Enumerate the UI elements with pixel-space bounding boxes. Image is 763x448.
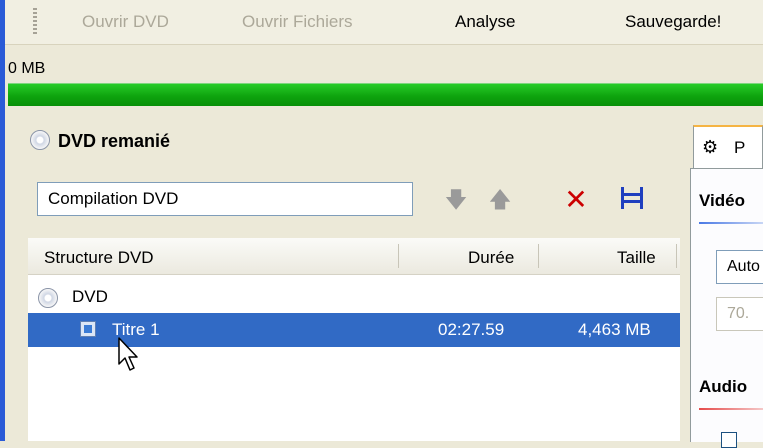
title-film-icon	[80, 321, 96, 337]
dvd-disc-icon	[30, 130, 50, 150]
video-section-label: Vidéo	[699, 191, 745, 210]
save-button[interactable]: Sauvegarde!	[625, 12, 721, 32]
toolbar-grip[interactable]	[33, 8, 37, 36]
structure-table-header: Structure DVD Durée Taille	[28, 238, 680, 275]
panel-title: DVD remanié	[58, 131, 171, 151]
mouse-cursor-icon	[118, 337, 138, 371]
move-down-icon[interactable]: 🡇	[440, 184, 472, 216]
dvd-disc-icon	[38, 288, 58, 308]
size-readout: 0 MB	[8, 60, 46, 77]
column-structure[interactable]: Structure DVD	[44, 248, 154, 268]
delete-icon[interactable]: ✕	[560, 184, 592, 216]
audio-checkbox[interactable]	[721, 432, 737, 448]
row-name: DVD	[72, 287, 108, 306]
table-row[interactable]: DVD	[28, 280, 680, 314]
window-left-border	[0, 0, 5, 441]
split-icon[interactable]	[616, 184, 648, 216]
audio-section-label: Audio	[699, 377, 748, 396]
open-dvd-button[interactable]: Ouvrir DVD	[82, 12, 169, 32]
open-files-button[interactable]: Ouvrir Fichiers	[242, 12, 353, 32]
compilation-name-input[interactable]	[37, 182, 413, 216]
properties-tab-icon: ⚙	[702, 137, 719, 157]
video-section-divider	[699, 222, 763, 224]
row-size: 4,463 MB	[578, 320, 651, 339]
move-up-icon[interactable]: 🡅	[484, 184, 516, 216]
video-quality-field[interactable]: 70.	[716, 297, 763, 331]
video-mode-select[interactable]: Auto	[716, 250, 763, 284]
row-duration: 02:27.59	[438, 320, 505, 339]
audio-section-divider	[699, 408, 763, 410]
analyse-button[interactable]: Analyse	[455, 12, 515, 32]
tab-properties[interactable]: ⚙ P	[693, 125, 763, 169]
column-duration[interactable]: Durée	[468, 248, 514, 268]
column-size[interactable]: Taille	[617, 248, 656, 268]
size-progress-bar	[8, 83, 763, 106]
tab-label: P	[734, 138, 746, 157]
